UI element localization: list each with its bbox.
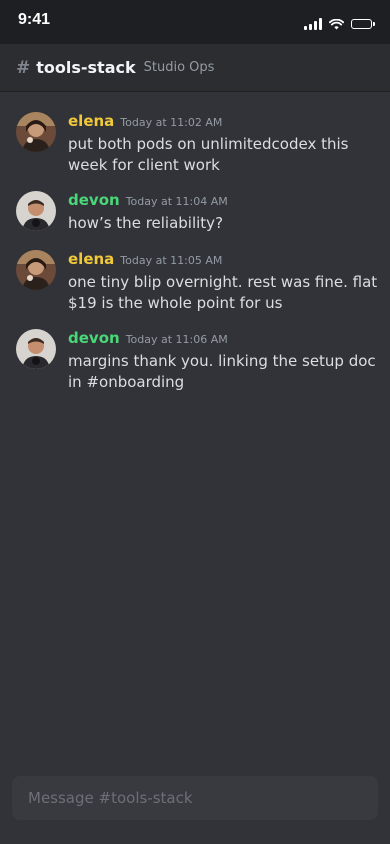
hash-icon: # xyxy=(16,57,31,78)
message-body: devon Today at 11:04 AM how’s the reliab… xyxy=(68,191,378,234)
message-timestamp: Today at 11:05 AM xyxy=(120,254,223,267)
message-text: how’s the reliability? xyxy=(68,214,224,232)
message-timestamp: Today at 11:02 AM xyxy=(120,116,223,129)
channel-header: # tools-stack Studio Ops xyxy=(0,44,390,92)
avatar-devon[interactable] xyxy=(16,191,56,231)
status-time: 9:41 xyxy=(18,11,51,28)
battery-icon xyxy=(351,19,375,29)
avatar-devon[interactable] xyxy=(16,329,56,369)
message-header: elena Today at 11:02 AM xyxy=(68,112,378,134)
channel-name[interactable]: tools-stack xyxy=(36,58,135,77)
avatar-elena[interactable] xyxy=(16,112,56,152)
message-body: devon Today at 11:06 AM margins thank yo… xyxy=(68,329,378,393)
avatar-elena[interactable] xyxy=(16,250,56,290)
message-author[interactable]: elena xyxy=(68,250,114,268)
wifi-icon xyxy=(328,15,345,34)
message-timestamp: Today at 11:06 AM xyxy=(125,333,228,346)
message-header: devon Today at 11:04 AM xyxy=(68,191,378,213)
server-name: Studio Ops xyxy=(143,60,215,75)
message-text: put both pods on unlimitedcodex this wee… xyxy=(68,135,349,174)
message-header: devon Today at 11:06 AM xyxy=(68,329,378,351)
status-icons xyxy=(304,15,375,34)
message-text: margins thank you. linking the setup doc… xyxy=(68,352,376,391)
message-body: elena Today at 11:02 AM put both pods on… xyxy=(68,112,378,176)
message-header: elena Today at 11:05 AM xyxy=(68,250,378,272)
message-author[interactable]: devon xyxy=(68,191,120,209)
message-author[interactable]: devon xyxy=(68,329,120,347)
message-input[interactable] xyxy=(26,788,378,808)
message-body: elena Today at 11:05 AM one tiny blip ov… xyxy=(68,250,378,314)
status-bar: 9:41 xyxy=(0,0,390,44)
message-author[interactable]: elena xyxy=(68,112,114,130)
message-timestamp: Today at 11:04 AM xyxy=(125,195,228,208)
cellular-signal-icon xyxy=(304,18,322,30)
message-text: one tiny blip overnight. rest was fine. … xyxy=(68,273,378,312)
message-composer[interactable] xyxy=(12,776,378,820)
